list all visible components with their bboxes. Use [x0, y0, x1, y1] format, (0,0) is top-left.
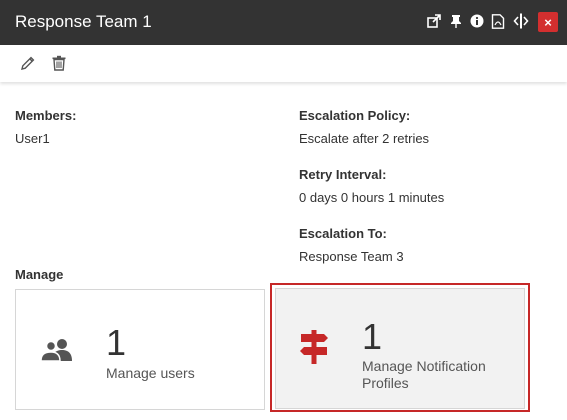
edit-pencil-icon[interactable]: [20, 55, 36, 71]
manage-notification-profiles-label: Manage Notification Profiles: [362, 358, 486, 391]
members-value: User1: [15, 131, 50, 146]
window-titlebar: Response Team 1 ×: [0, 0, 567, 45]
manage-notification-profiles-card[interactable]: 1 Manage Notification Profiles: [275, 288, 525, 409]
resize-horizontal-icon[interactable]: [513, 13, 529, 29]
retry-interval-label: Retry Interval:: [299, 167, 387, 182]
signpost-icon: [298, 329, 330, 370]
retry-interval-value: 0 days 0 hours 1 minutes: [299, 190, 445, 205]
escalation-policy-label: Escalation Policy:: [299, 108, 411, 123]
escalation-policy-value: Escalate after 2 retries: [299, 131, 430, 146]
notification-profiles-count: 1: [362, 316, 383, 357]
escalation-to-label: Escalation To:: [299, 226, 387, 241]
escalation-to-value: Response Team 3: [299, 249, 404, 264]
members-label: Members:: [15, 108, 77, 123]
info-icon[interactable]: [469, 13, 485, 29]
action-toolbar: [0, 45, 567, 82]
users-count: 1: [106, 322, 127, 363]
close-button[interactable]: ×: [538, 12, 558, 32]
users-icon: [40, 338, 74, 367]
manage-users-label: Manage users: [106, 365, 195, 381]
manage-users-card[interactable]: 1 Manage users: [15, 289, 265, 410]
pin-icon[interactable]: [448, 13, 464, 29]
trash-icon[interactable]: [51, 55, 67, 71]
open-external-icon[interactable]: [426, 13, 442, 29]
manage-heading: Manage: [15, 267, 64, 282]
window-title: Response Team 1: [15, 12, 152, 31]
pdf-icon[interactable]: [490, 13, 506, 29]
